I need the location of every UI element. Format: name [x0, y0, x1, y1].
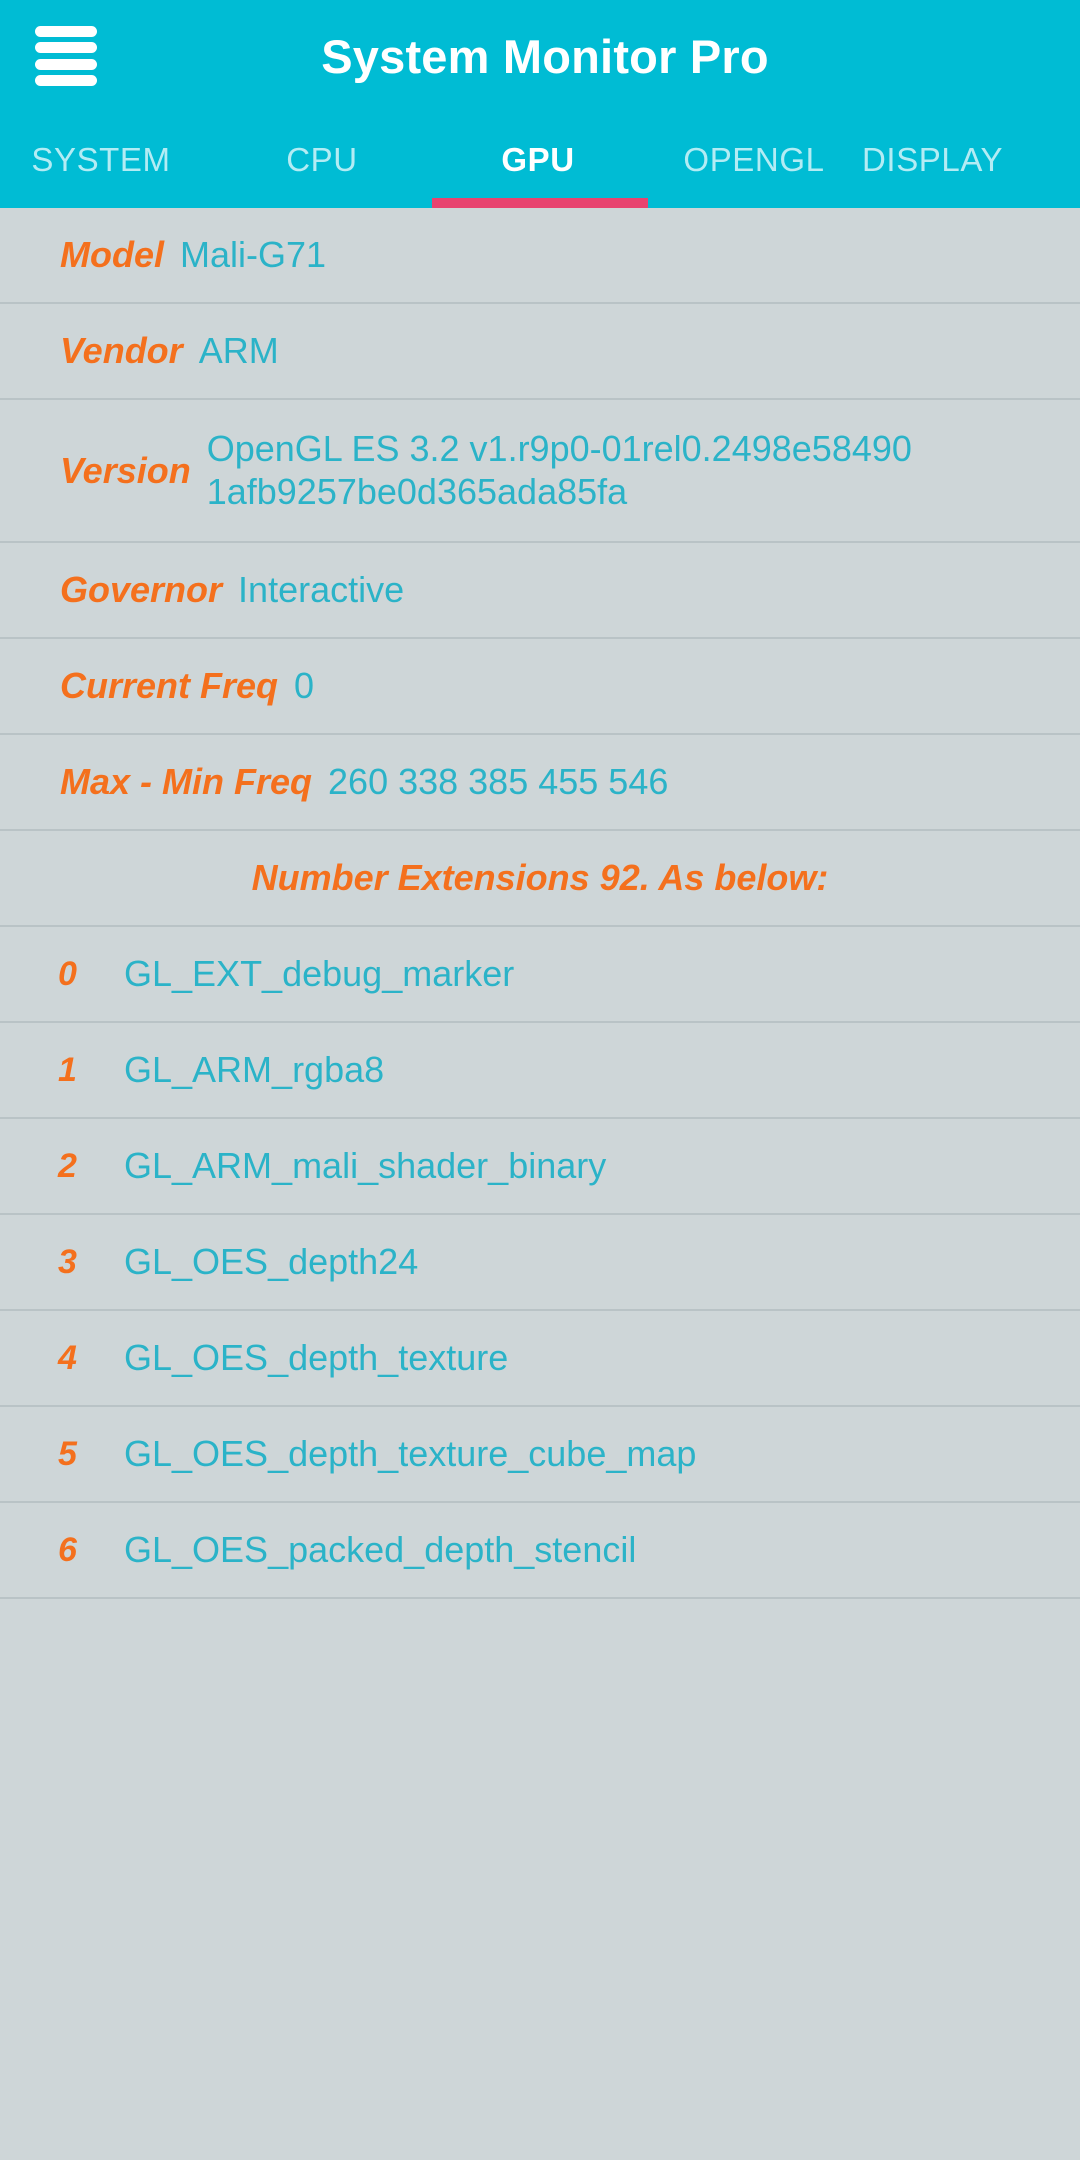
extension-row: 5 GL_OES_depth_texture_cube_map [0, 1407, 1080, 1503]
info-value: OpenGL ES 3.2 v1.r9p0-01rel0.2498e584901… [206, 428, 912, 512]
hamburger-bar [35, 58, 97, 70]
extension-name: GL_ARM_rgba8 [124, 1049, 385, 1090]
info-label: Current Freq [60, 665, 279, 706]
extension-index: 2 [58, 1146, 77, 1185]
info-value: ARM [198, 329, 279, 371]
extension-name: GL_OES_depth_texture_cube_map [124, 1433, 697, 1474]
hamburger-bar [35, 42, 97, 54]
tab-gpu[interactable]: GPU [430, 112, 646, 208]
extensions-section-header: Number Extensions 92. As below: [0, 831, 1080, 927]
gpu-content-list[interactable]: Model Mali-G71 Vendor ARM Version OpenGL… [0, 208, 1080, 2160]
tab-cpu[interactable]: CPU [214, 112, 430, 208]
app-bar: System Monitor Pro [0, 0, 1080, 119]
tab-bar: SYSTEM CPU GPU OPENGL DISPLAY [0, 112, 1080, 208]
extension-row: 6 GL_OES_packed_depth_stencil [0, 1503, 1080, 1599]
extension-index: 1 [58, 1050, 77, 1089]
extension-index: 5 [58, 1434, 77, 1473]
extension-name: GL_EXT_debug_marker [124, 953, 515, 994]
hamburger-bar [35, 74, 97, 86]
info-value: Mali-G71 [180, 233, 327, 275]
hamburger-bar [35, 26, 97, 37]
info-row-version: Version OpenGL ES 3.2 v1.r9p0-01rel0.249… [0, 400, 1080, 543]
info-row-current-freq: Current Freq 0 [0, 639, 1080, 735]
info-value: Interactive [238, 568, 405, 610]
info-label: Governor [60, 569, 223, 610]
info-row-max-min-freq: Max - Min Freq 260 338 385 455 546 [0, 735, 1080, 831]
extension-name: GL_OES_depth_texture [124, 1337, 509, 1378]
extension-name: GL_OES_packed_depth_stencil [124, 1529, 637, 1570]
extension-row: 2 GL_ARM_mali_shader_binary [0, 1119, 1080, 1215]
tab-opengl[interactable]: OPENGL [646, 112, 862, 208]
tab-system[interactable]: SYSTEM [0, 112, 214, 208]
info-row-vendor: Vendor ARM [0, 304, 1080, 400]
extension-name: GL_ARM_mali_shader_binary [124, 1145, 607, 1186]
extension-index: 0 [58, 954, 77, 993]
tab-display[interactable]: DISPLAY [862, 112, 1080, 208]
extension-index: 6 [58, 1530, 77, 1569]
extension-name: GL_OES_depth24 [124, 1241, 419, 1282]
info-label: Vendor [60, 330, 183, 371]
info-label: Model [60, 234, 164, 275]
extension-index: 3 [58, 1242, 77, 1281]
extension-row: 4 GL_OES_depth_texture [0, 1311, 1080, 1407]
extension-row: 0 GL_EXT_debug_marker [0, 927, 1080, 1023]
info-label: Version [60, 449, 191, 491]
info-value: 0 [294, 664, 315, 706]
extensions-section-title: Number Extensions 92. As below: [251, 857, 829, 898]
app-title: System Monitor Pro [321, 29, 769, 83]
extension-row: 1 GL_ARM_rgba8 [0, 1023, 1080, 1119]
info-row-model: Model Mali-G71 [0, 208, 1080, 304]
extension-index: 4 [58, 1338, 77, 1377]
info-label: Max - Min Freq [60, 761, 313, 802]
app-root: System Monitor Pro SYSTEM CPU GPU OPENGL… [0, 0, 1080, 2160]
extension-row: 3 GL_OES_depth24 [0, 1215, 1080, 1311]
active-tab-indicator [432, 198, 648, 208]
hamburger-menu-icon[interactable] [30, 22, 102, 90]
info-value: 260 338 385 455 546 [328, 760, 669, 802]
info-row-governor: Governor Interactive [0, 543, 1080, 639]
